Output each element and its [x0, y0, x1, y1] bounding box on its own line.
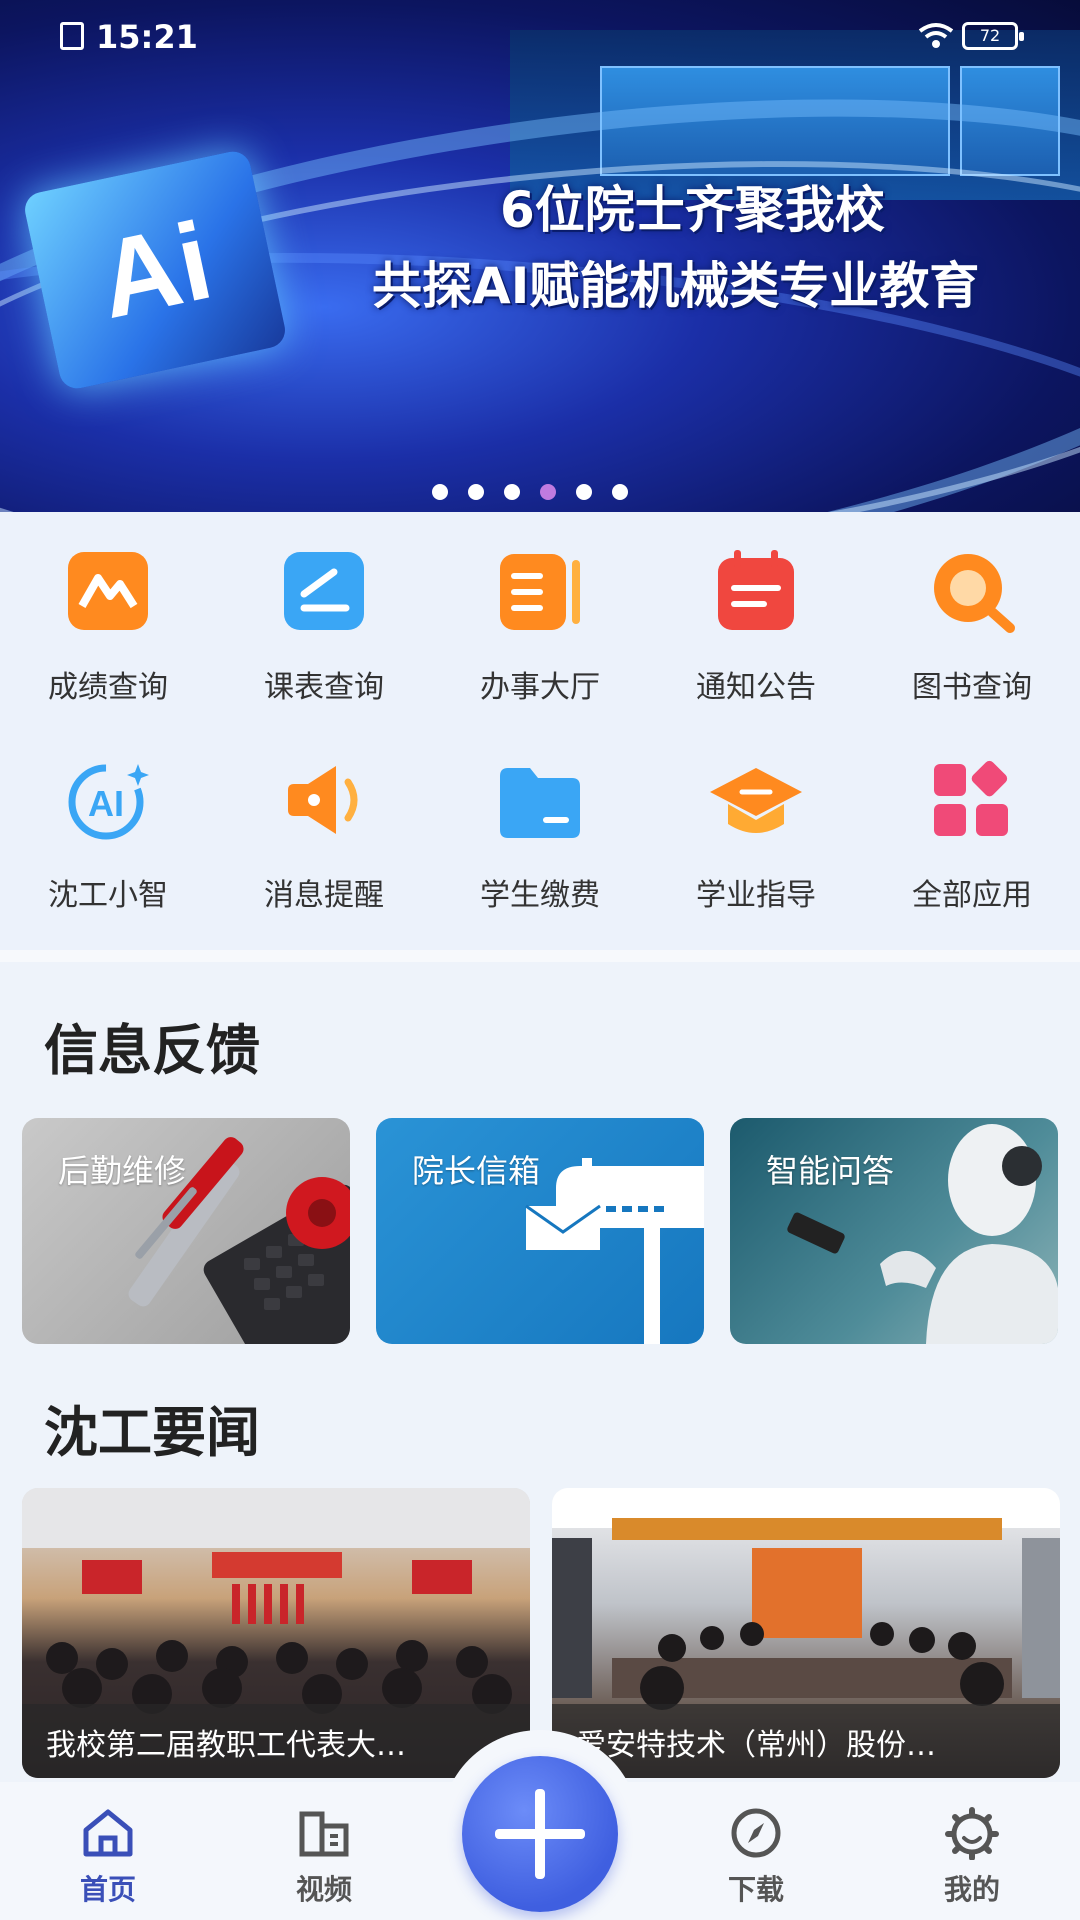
news-card[interactable]: 我校第二届教职工代表大…: [22, 1488, 530, 1778]
app-schedule-query[interactable]: 课表查询: [216, 512, 432, 712]
battery-icon: 72: [962, 22, 1024, 50]
app-label: 图书查询: [912, 670, 1032, 705]
app-label: 消息提醒: [264, 878, 384, 913]
app-notice[interactable]: 通知公告: [648, 512, 864, 712]
app-grade-query[interactable]: 成绩查询: [0, 512, 216, 712]
feedback-card-president-mailbox[interactable]: 院长信箱: [376, 1118, 704, 1344]
app-academic-guidance[interactable]: 学业指导: [648, 720, 864, 920]
banner-headline-line1: 6位院士齐聚我校: [500, 181, 885, 239]
nav-label: 我的: [943, 1873, 1000, 1906]
graduation-cap-icon: [706, 750, 806, 850]
ai-logo-text: Ai: [88, 198, 222, 342]
nav-label: 首页: [79, 1873, 136, 1906]
section-divider: [0, 950, 1080, 962]
app-label: 成绩查询: [48, 670, 168, 705]
app-label: 办事大厅: [480, 670, 600, 705]
nav-home[interactable]: 首页: [28, 1806, 188, 1908]
feedback-card-logistics-repair[interactable]: 后勤维修: [22, 1118, 350, 1344]
compass-icon: [731, 1808, 781, 1858]
app-label: 课表查询: [264, 670, 384, 705]
feedback-card-label: 院长信箱: [412, 1152, 541, 1190]
app-student-payment[interactable]: 学生缴费: [432, 720, 648, 920]
folder-icon: [490, 750, 590, 850]
news-caption: 我校第二届教职工代表大…: [22, 1704, 530, 1778]
all-apps-grid-icon: [922, 750, 1022, 850]
status-bar: 15:21 72: [0, 14, 1080, 58]
news-card[interactable]: 爱安特技术（常州）股份…: [552, 1488, 1060, 1778]
app-shortcut-grid: 成绩查询 课表查询 办事大厅 通知公告 图书查询 AI 沈工小智 消息提醒 学生…: [0, 512, 1080, 950]
nav-download[interactable]: 下载: [676, 1806, 836, 1908]
nav-label: 下载: [727, 1873, 784, 1906]
feedback-section-title: 信息反馈: [44, 1019, 260, 1082]
app-label: 通知公告: [696, 670, 816, 705]
carousel-indicator[interactable]: [432, 484, 628, 500]
feedback-card-smart-qa[interactable]: 智能问答: [730, 1118, 1058, 1344]
status-time: 15:21: [96, 18, 198, 56]
chart-mountain-icon: [58, 542, 158, 642]
app-message-reminder[interactable]: 消息提醒: [216, 720, 432, 920]
profile-gear-icon: [945, 1807, 999, 1860]
nav-label: 视频: [295, 1873, 352, 1906]
calendar-notice-icon: [706, 542, 806, 642]
carousel-dot-active[interactable]: [540, 484, 556, 500]
app-ai-assistant[interactable]: AI 沈工小智: [0, 720, 216, 920]
sim-card-icon: [60, 22, 84, 50]
home-icon: [83, 1809, 133, 1857]
app-label: 学业指导: [696, 878, 816, 913]
feedback-card-label: 智能问答: [766, 1152, 895, 1190]
banner-headline-line2: 共探AI赋能机械类专业教育: [372, 257, 980, 315]
app-service-hall[interactable]: 办事大厅: [432, 512, 648, 712]
carousel-dot[interactable]: [612, 484, 628, 500]
feedback-card-label: 后勤维修: [58, 1152, 187, 1190]
news-section-title: 沈工要闻: [44, 1401, 260, 1464]
schedule-pen-icon: [274, 542, 374, 642]
add-button[interactable]: [462, 1756, 618, 1912]
app-all-apps[interactable]: 全部应用: [864, 720, 1080, 920]
carousel-dot[interactable]: [468, 484, 484, 500]
search-magnifier-icon: [922, 542, 1022, 642]
app-label: 学生缴费: [480, 878, 600, 913]
speaker-icon: [274, 750, 374, 850]
app-library-query[interactable]: 图书查询: [864, 512, 1080, 712]
document-list-icon: [490, 542, 590, 642]
carousel-dot[interactable]: [576, 484, 592, 500]
ai-assistant-icon: AI: [58, 750, 158, 850]
carousel-dot[interactable]: [504, 484, 520, 500]
carousel-dot[interactable]: [432, 484, 448, 500]
wifi-icon: [918, 23, 954, 48]
app-label: 沈工小智: [48, 878, 168, 913]
building-icon: [299, 1811, 349, 1857]
news-caption: 爱安特技术（常州）股份…: [552, 1704, 1060, 1778]
news-banner-carousel[interactable]: Ai 6位院士齐聚我校 共探AI赋能机械类专业教育: [0, 0, 1080, 512]
nav-video[interactable]: 视频: [244, 1806, 404, 1908]
nav-profile[interactable]: 我的: [892, 1806, 1052, 1908]
app-label: 全部应用: [912, 878, 1032, 913]
svg-text:AI: AI: [88, 783, 124, 824]
